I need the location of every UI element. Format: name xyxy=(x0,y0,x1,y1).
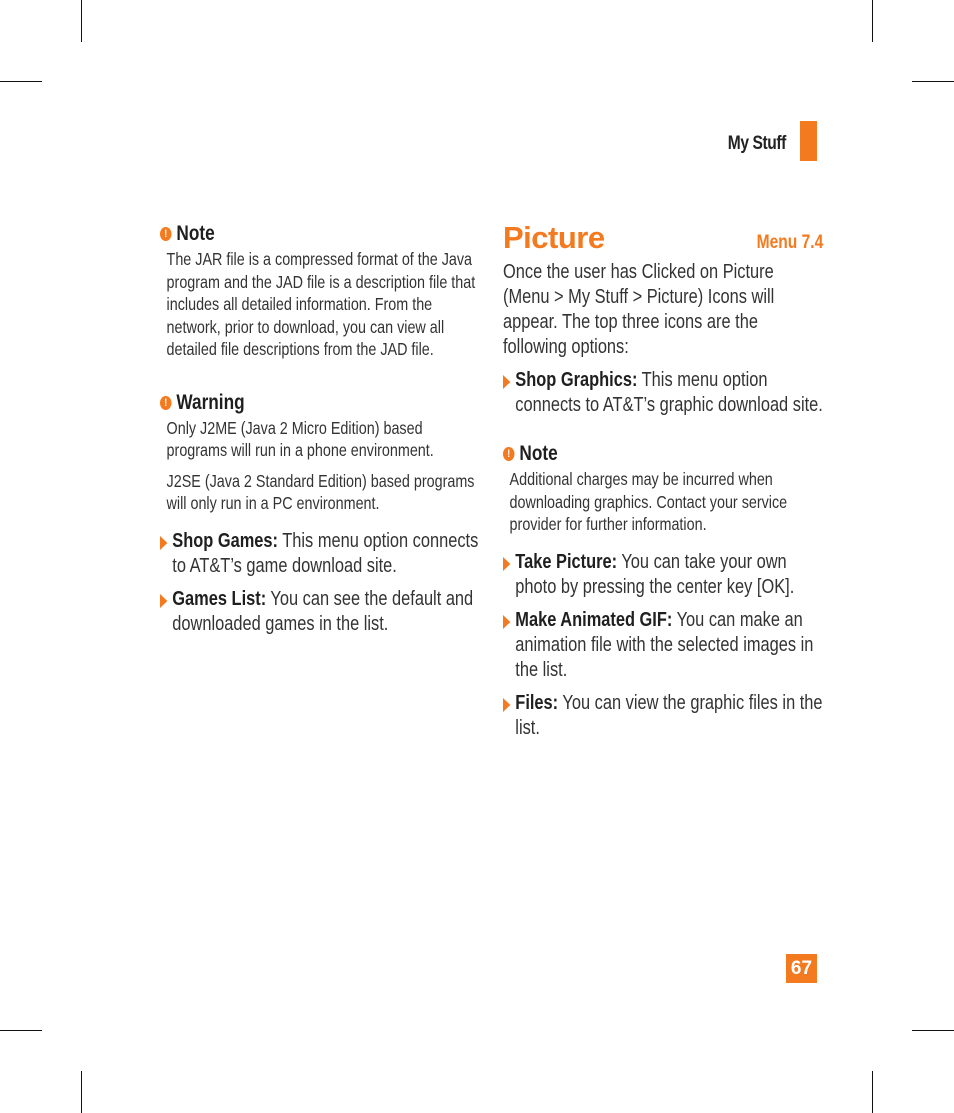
menu-reference: Menu 7.4 xyxy=(756,232,823,253)
note-callout: ! Note Additional charges may be incurre… xyxy=(503,440,823,536)
item-label: Files: xyxy=(515,691,559,714)
alert-icon: ! xyxy=(160,227,172,241)
bullet-arrow-icon xyxy=(503,375,511,389)
bullet-arrow-icon xyxy=(503,556,511,571)
section-label: My Stuff xyxy=(727,133,787,154)
item-label: Take Picture: xyxy=(515,550,618,573)
item-label: Shop Graphics: xyxy=(515,369,638,391)
warning-callout: ! Warning Only J2ME (Java 2 Micro Editio… xyxy=(160,389,480,515)
list-item-games-list: Games List: You can see the default and … xyxy=(160,587,480,637)
bullet-arrow-icon xyxy=(160,535,168,550)
warning-title: Warning xyxy=(176,390,245,414)
list-item-shop-games: Shop Games: This menu option connects to… xyxy=(160,529,480,579)
list-item-make-animated-gif: Make Animated GIF: You can make an anima… xyxy=(503,608,823,683)
list-item-files: Files: You can view the graphic files in… xyxy=(503,691,823,741)
warning-paragraph: J2SE (Java 2 Standard Edition) based pro… xyxy=(166,470,475,514)
item-label: Make Animated GIF: xyxy=(515,608,673,631)
bullet-arrow-icon xyxy=(503,697,511,712)
crop-mark xyxy=(81,0,82,42)
section-tab-marker xyxy=(800,121,817,161)
warning-paragraph: Only J2ME (Java 2 Micro Edition) based p… xyxy=(166,417,434,461)
section-title: Picture xyxy=(503,220,605,255)
bullet-arrow-icon xyxy=(160,593,168,608)
crop-mark xyxy=(912,1030,954,1031)
crop-mark xyxy=(0,1030,42,1031)
crop-mark xyxy=(872,1071,873,1113)
note-title: Note xyxy=(519,442,558,465)
item-text: You can view the graphic files in the li… xyxy=(515,691,823,739)
crop-mark xyxy=(912,81,954,82)
alert-icon: ! xyxy=(503,447,515,461)
page-number: 67 xyxy=(786,954,817,983)
note-body: The JAR file is a compressed format of t… xyxy=(166,249,476,359)
note-callout: ! Note The JAR file is a compressed form… xyxy=(160,220,480,361)
item-label: Shop Games: xyxy=(172,529,279,552)
crop-mark xyxy=(81,1071,82,1113)
item-label: Games List: xyxy=(172,587,267,610)
alert-icon: ! xyxy=(160,395,172,410)
crop-mark xyxy=(872,0,873,42)
list-item-shop-graphics: Shop Graphics: This menu option connects… xyxy=(503,368,823,418)
intro-paragraph: Once the user has Clicked on Picture (Me… xyxy=(503,261,775,358)
note-body: Additional charges may be incurred when … xyxy=(509,469,788,534)
crop-mark xyxy=(0,81,42,82)
list-item-take-picture: Take Picture: You can take your own phot… xyxy=(503,550,823,600)
left-column: ! Note The JAR file is a compressed form… xyxy=(160,220,480,637)
note-title: Note xyxy=(176,222,215,245)
bullet-arrow-icon xyxy=(503,614,511,629)
right-column: Picture Menu 7.4 Once the user has Click… xyxy=(503,220,823,741)
